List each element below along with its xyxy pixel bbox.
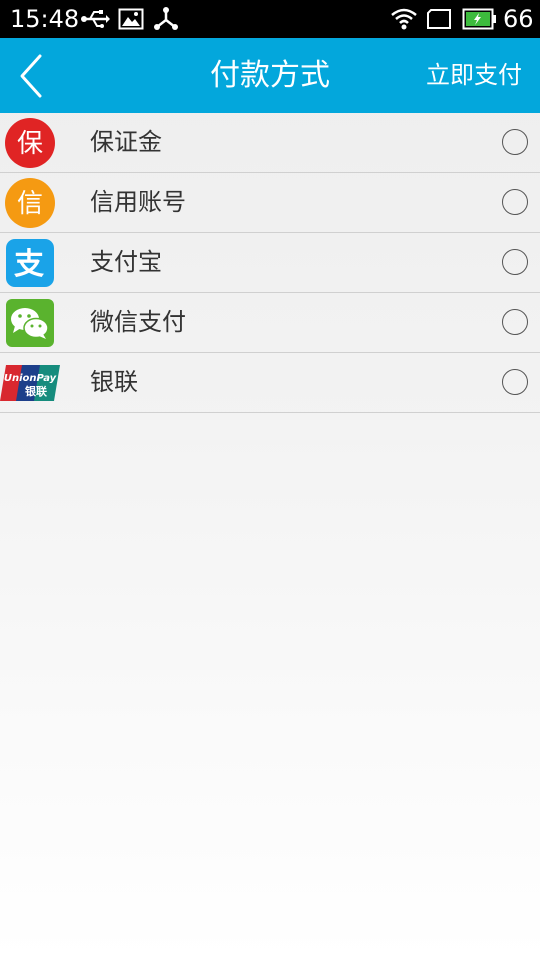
credit-icon-text: 信 <box>17 189 43 219</box>
screen-rotate-icon <box>427 9 451 29</box>
payment-method-list: 保 保证金 信 信用账号 支 支付宝 微信支付 UnionPay 银联 银联 <box>0 113 540 413</box>
payment-method-alipay[interactable]: 支 支付宝 <box>0 233 540 293</box>
unionpay-cn-text: 银联 <box>25 384 47 398</box>
radio-alipay[interactable] <box>502 249 528 275</box>
battery-level: 66 <box>503 5 534 33</box>
radio-deposit[interactable] <box>502 129 528 155</box>
credit-icon: 信 <box>5 178 55 228</box>
payment-method-deposit[interactable]: 保 保证金 <box>0 113 540 173</box>
radio-wechat[interactable] <box>502 309 528 335</box>
wifi-icon <box>391 8 417 30</box>
alipay-icon-text: 支 <box>14 247 44 282</box>
status-bar: 15:48 66 <box>0 0 540 38</box>
unionpay-icon: UnionPay 银联 <box>0 365 60 401</box>
back-button[interactable] <box>10 48 58 103</box>
payment-method-wechat[interactable]: 微信支付 <box>0 293 540 353</box>
status-time: 15:48 <box>10 5 80 33</box>
unionpay-latin-text: UnionPay <box>4 373 57 384</box>
pay-now-button[interactable]: 立即支付 <box>426 38 522 113</box>
alipay-icon: 支 <box>6 239 54 287</box>
radio-credit[interactable] <box>502 189 528 215</box>
usb-icon <box>81 10 110 28</box>
payment-method-credit[interactable]: 信 信用账号 <box>0 173 540 233</box>
deposit-icon-text: 保 <box>17 129 43 159</box>
deposit-icon: 保 <box>5 118 55 168</box>
battery-icon <box>462 8 496 30</box>
app-header: 付款方式 立即支付 <box>0 38 540 113</box>
chevron-left-icon <box>20 54 42 98</box>
image-icon <box>118 8 144 30</box>
method-label: 微信支付 <box>90 308 186 336</box>
share-icon <box>154 7 178 30</box>
method-label: 银联 <box>90 368 138 396</box>
method-label: 支付宝 <box>90 248 162 276</box>
method-label: 保证金 <box>90 128 162 156</box>
method-label: 信用账号 <box>90 188 186 216</box>
radio-unionpay[interactable] <box>502 369 528 395</box>
wechat-pay-icon <box>6 299 54 347</box>
payment-method-unionpay[interactable]: UnionPay 银联 银联 <box>0 353 540 413</box>
